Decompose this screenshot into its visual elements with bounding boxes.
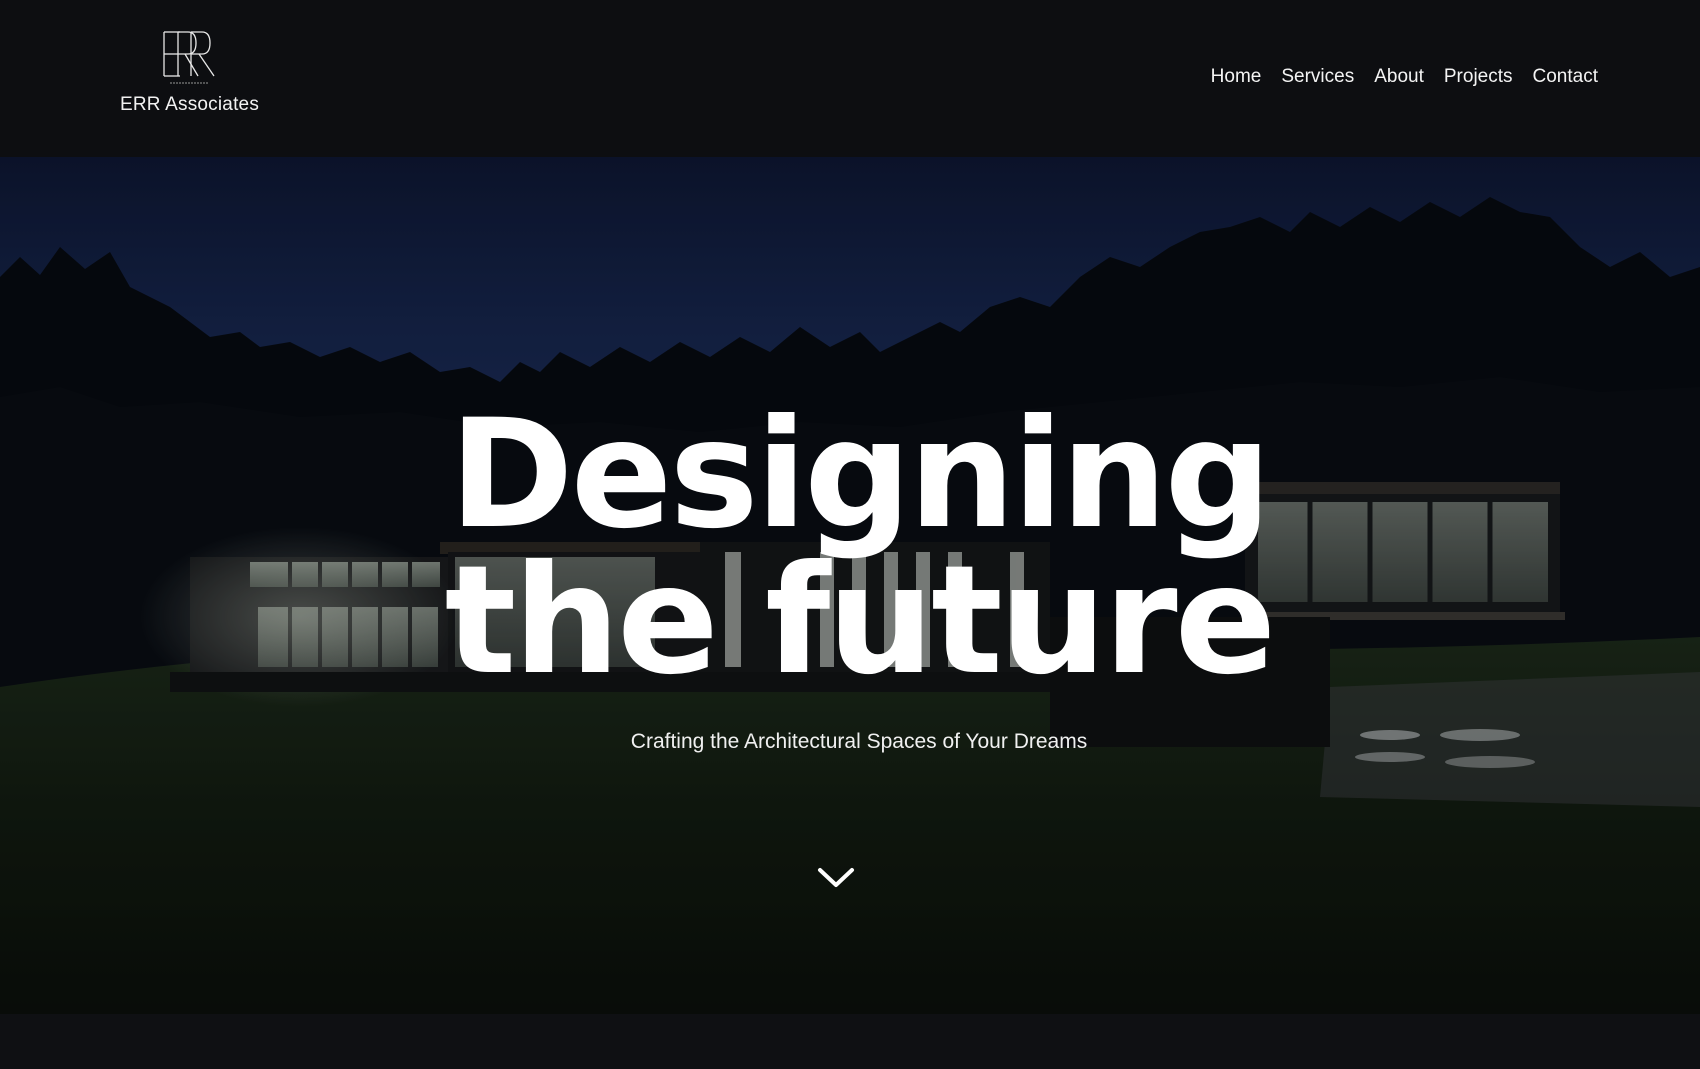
site-header: ERR Associates Home Services About Proje…	[0, 0, 1700, 157]
nav-home[interactable]: Home	[1211, 66, 1262, 88]
nav-services[interactable]: Services	[1281, 66, 1354, 88]
chevron-down-icon[interactable]	[816, 863, 856, 891]
nav-about[interactable]: About	[1374, 66, 1424, 88]
brand-name: ERR Associates	[120, 94, 260, 115]
hero-section: Designing the future Crafting the Archit…	[0, 157, 1700, 1014]
main-nav: Home Services About Projects Contact	[1211, 66, 1598, 88]
hero-title-line2: the future	[444, 534, 1277, 708]
hero-title: Designing the future	[0, 400, 1700, 696]
hero-subtitle: Crafting the Architectural Spaces of You…	[630, 730, 1088, 753]
nav-projects[interactable]: Projects	[1444, 66, 1513, 88]
brand[interactable]: ERR Associates	[120, 26, 260, 116]
nav-contact[interactable]: Contact	[1533, 66, 1598, 88]
section-divider	[0, 1014, 1700, 1069]
err-monogram-icon	[163, 31, 215, 84]
page: ERR Associates Home Services About Proje…	[0, 0, 1700, 1069]
